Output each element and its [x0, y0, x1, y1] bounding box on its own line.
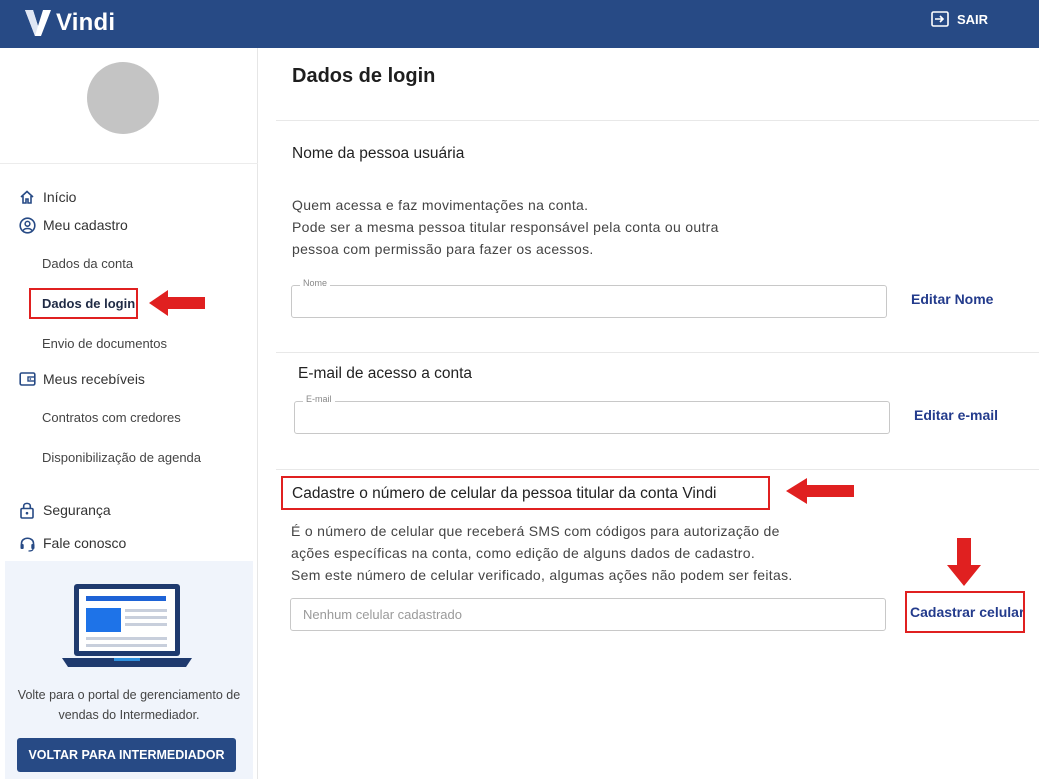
register-phone-highlight	[905, 591, 1025, 633]
down-arrow-annotation-icon	[947, 538, 981, 586]
home-icon	[18, 188, 36, 206]
nav-item-inicio[interactable]: Início	[18, 186, 76, 208]
nav-item-fale-conosco[interactable]: Fale conosco	[18, 532, 126, 554]
main-content: Dados de login Nome da pessoa usuária Qu…	[259, 48, 1039, 779]
sidebar-divider	[0, 163, 258, 164]
email-input[interactable]	[295, 402, 889, 433]
nav-label: Início	[43, 189, 77, 205]
lock-icon	[18, 501, 36, 519]
nav-label: Fale conosco	[43, 535, 127, 551]
nav-item-meus-recebiveis[interactable]: Meus recebíveis	[18, 368, 145, 390]
description-line: Pode ser a mesma pessoa titular responsá…	[292, 219, 719, 235]
section-title-highlight	[281, 476, 770, 510]
name-field[interactable]: Nome	[291, 278, 887, 318]
description-line: Sem este número de celular verificado, a…	[291, 567, 793, 583]
user-circle-icon	[18, 216, 36, 234]
logout-button[interactable]: SAIR	[931, 10, 988, 28]
edit-email-link[interactable]: Editar e-mail	[914, 407, 998, 423]
name-input[interactable]	[292, 286, 886, 317]
section-description-nome: Quem acessa e faz movimentações na conta…	[292, 194, 719, 260]
email-field[interactable]: E-mail	[294, 394, 890, 434]
vindi-logo-icon	[25, 10, 51, 36]
top-bar: Vindi SAIR	[0, 0, 1039, 48]
edit-name-link[interactable]: Editar Nome	[911, 291, 993, 307]
phone-field[interactable]	[290, 598, 886, 631]
sub-item-envio-de-documentos[interactable]: Envio de documentos	[42, 336, 167, 351]
phone-input[interactable]	[291, 599, 885, 630]
section-divider	[276, 120, 1039, 121]
sub-item-agenda[interactable]: Disponibilização de agenda	[42, 450, 201, 465]
section-title-email: E-mail de acesso a conta	[298, 365, 473, 382]
promo-card: Volte para o portal de gerenciamento de …	[5, 561, 253, 779]
description-line: É o número de celular que receberá SMS c…	[291, 523, 780, 539]
nav-item-meu-cadastro[interactable]: Meu cadastro	[18, 214, 128, 236]
name-field-label: Nome	[300, 278, 331, 288]
left-arrow-annotation-icon	[786, 478, 854, 504]
promo-text: Volte para o portal de gerenciamento de …	[17, 688, 241, 722]
avatar[interactable]	[87, 62, 159, 134]
laptop-illustration	[62, 584, 192, 667]
description-line: ações específicas na conta, como edição …	[291, 545, 756, 561]
email-field-label: E-mail	[303, 394, 335, 404]
nav-item-seguranca[interactable]: Segurança	[18, 499, 111, 521]
sidebar: Início Meu cadastro Dados da conta Dados…	[0, 48, 258, 779]
nav-label: Segurança	[43, 502, 111, 518]
active-item-highlight	[29, 288, 138, 319]
description-line: Quem acessa e faz movimentações na conta…	[292, 197, 589, 213]
section-divider	[276, 352, 1039, 353]
description-line: pessoa com permissão para fazer os acess…	[292, 241, 594, 257]
vindi-logo[interactable]: Vindi	[24, 6, 115, 40]
headset-icon	[18, 534, 36, 552]
logout-icon	[931, 11, 949, 27]
page-title: Dados de login	[292, 65, 436, 87]
sub-item-contratos[interactable]: Contratos com credores	[42, 410, 181, 425]
section-title-nome: Nome da pessoa usuária	[292, 145, 465, 162]
nav-label: Meu cadastro	[43, 217, 128, 233]
wallet-icon	[18, 370, 36, 388]
logout-label: SAIR	[957, 11, 989, 27]
left-arrow-annotation-icon	[149, 290, 205, 316]
nav-label: Meus recebíveis	[43, 371, 145, 387]
section-divider	[276, 469, 1039, 470]
brand-name: Vindi	[56, 9, 116, 36]
back-to-intermediador-button[interactable]: VOLTAR PARA INTERMEDIADOR	[17, 738, 236, 772]
sub-item-dados-da-conta[interactable]: Dados da conta	[42, 256, 133, 271]
section-description-celular: É o número de celular que receberá SMS c…	[291, 520, 793, 586]
